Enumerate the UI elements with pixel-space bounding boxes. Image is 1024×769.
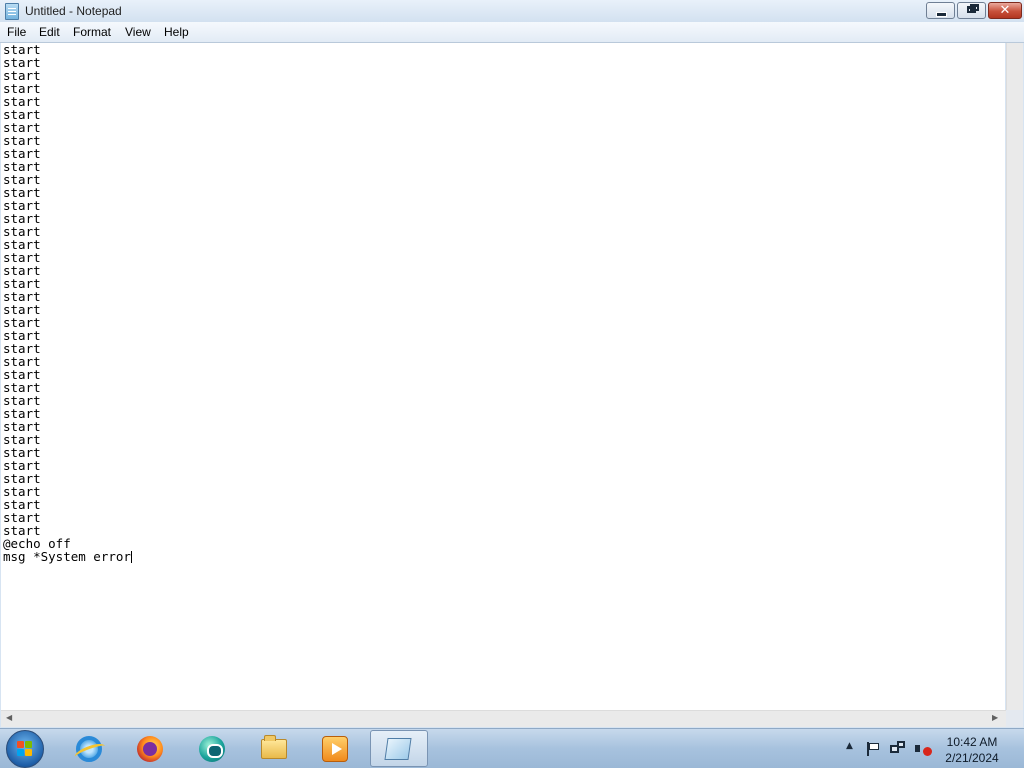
editor-content[interactable]: start start start start start start star… [1,43,1005,563]
start-button[interactable] [6,730,44,768]
volume-muted-icon[interactable] [914,741,932,757]
close-button[interactable]: ✕ [988,2,1022,19]
firefox-icon [137,736,163,762]
media-player-icon [322,736,348,762]
scroll-left-icon[interactable]: ◀ [6,713,12,722]
clock[interactable]: 10:42 AM 2/21/2024 [936,734,1008,766]
text-caret [130,551,132,563]
menu-edit[interactable]: Edit [39,25,60,39]
action-center-flag-icon[interactable] [866,742,880,756]
text-editor[interactable]: start start start start start start star… [1,43,1005,710]
restore-icon [967,6,976,13]
minimize-icon [936,12,947,17]
horizontal-scrollbar[interactable]: ◀ ▶ [1,710,1006,727]
notepad-icon [384,738,412,760]
text-line: msg *System error [3,549,131,564]
restore-button[interactable] [957,2,986,19]
ie-icon [76,736,102,762]
taskbar-media-player[interactable] [308,730,362,767]
taskbar-chat[interactable] [185,730,239,767]
close-icon: ✕ [999,3,1011,18]
menu-bar: File Edit Format View Help [0,22,1024,43]
folder-icon [261,735,287,759]
menu-view[interactable]: View [125,25,151,39]
notepad-app-icon[interactable] [5,3,19,20]
system-tray: ▲ 10:42 AM 2/21/2024 [840,729,1024,769]
show-hidden-icons-icon[interactable]: ▲ [846,741,853,751]
title-bar[interactable]: Untitled - Notepad ✕ [0,0,1024,22]
menu-file[interactable]: File [7,25,26,39]
window-title: Untitled - Notepad [25,4,122,18]
taskbar-firefox[interactable] [123,730,177,767]
taskbar-file-explorer[interactable] [247,730,301,767]
menu-help[interactable]: Help [164,25,189,39]
network-icon[interactable] [890,741,906,756]
clock-date: 2/21/2024 [945,751,999,765]
menu-format[interactable]: Format [73,25,111,39]
vertical-scrollbar[interactable] [1006,43,1023,710]
notepad-window: Untitled - Notepad ✕ File Edit Format Vi… [0,0,1024,728]
scroll-right-icon[interactable]: ▶ [992,713,998,722]
minimize-button[interactable] [926,2,955,19]
taskbar: ▲ 10:42 AM 2/21/2024 [0,728,1024,768]
clock-time: 10:42 AM [946,735,998,749]
taskbar-internet-explorer[interactable] [62,730,116,767]
windows-logo-icon [17,741,33,757]
chat-icon [199,736,225,762]
taskbar-notepad[interactable] [370,730,428,767]
size-grip[interactable] [1006,710,1023,727]
